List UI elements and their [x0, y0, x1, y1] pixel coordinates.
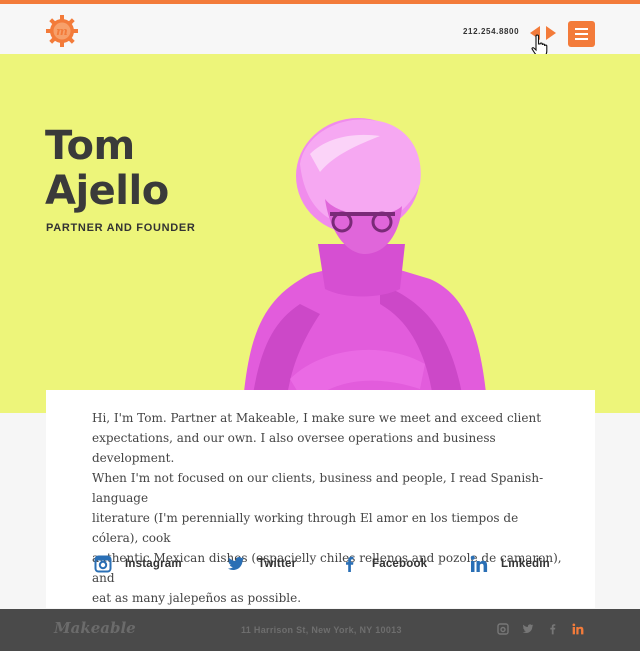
social-label: Twitter [258, 558, 297, 570]
menu-bar [575, 33, 588, 35]
instagram-icon [94, 555, 112, 573]
bio-text: Hi, I'm Tom. Partner at Makeable, I make… [92, 408, 562, 608]
twitter-icon[interactable] [522, 623, 534, 635]
gear-logo-icon[interactable]: m [46, 15, 78, 47]
footer-social-icons [497, 623, 584, 635]
profile-name: Tom Ajello [45, 124, 169, 214]
first-name: Tom [45, 123, 135, 169]
menu-bar [575, 28, 588, 30]
bio-card: Hi, I'm Tom. Partner at Makeable, I make… [46, 390, 595, 608]
profile-hero: Tom Ajello PARTNER AND FOUNDER [0, 54, 640, 413]
facebook-icon [346, 556, 354, 572]
bio-line: literature (I'm perennially working thro… [92, 511, 519, 545]
logo-mark: m [56, 25, 68, 38]
site-header: m 212.254.8800 [0, 4, 640, 58]
social-link-facebook[interactable]: Facebook [341, 554, 427, 574]
hamburger-menu-icon[interactable] [568, 21, 595, 47]
site-footer: Makeable 11 Harrison St, New York, NY 10… [0, 609, 640, 651]
profile-photo [242, 118, 488, 413]
bio-line: Hi, I'm Tom. Partner at Makeable, I make… [92, 411, 542, 425]
phone-number[interactable]: 212.254.8800 [463, 27, 519, 36]
social-label: Facebook [372, 558, 428, 570]
menu-bar [575, 38, 588, 40]
footer-address: 11 Harrison St, New York, NY 10013 [241, 625, 402, 635]
profile-role: PARTNER AND FOUNDER [46, 222, 196, 234]
facebook-icon[interactable] [547, 623, 559, 635]
social-link-instagram[interactable]: Instagram [94, 554, 182, 574]
twitter-icon [228, 557, 244, 570]
last-name: Ajello [45, 168, 169, 214]
social-label: Instagram [125, 558, 182, 570]
bio-line: eat as many jalepeños as possible. [92, 591, 302, 605]
social-link-twitter[interactable]: Twitter [227, 554, 296, 574]
linkedin-icon[interactable] [572, 623, 584, 635]
social-label: Linkedin [501, 558, 550, 570]
linkedin-icon [470, 555, 488, 572]
social-link-linkedin[interactable]: Linkedin [470, 554, 550, 574]
footer-logo[interactable]: Makeable [54, 619, 136, 637]
bio-line: expectations, and our own. I also overse… [92, 431, 496, 465]
instagram-icon[interactable] [497, 623, 509, 635]
bio-line: When I'm not focused on our clients, bus… [92, 471, 544, 505]
